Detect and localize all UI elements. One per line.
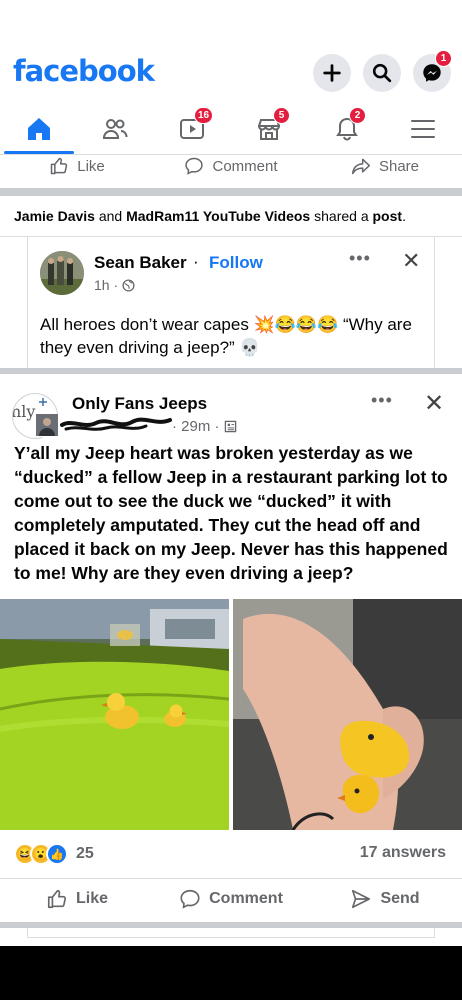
group-photo-avatar [40,251,84,295]
post-meta: · 29m · [172,418,237,435]
messenger-button[interactable]: 1 [413,50,452,92]
like-reaction-icon: 👍 [46,843,68,865]
feed-separator [0,188,462,196]
search-icon [372,63,392,83]
reactions-summary[interactable]: 😆 😮 👍 25 [14,843,94,865]
create-button[interactable] [313,54,351,92]
like-label: Like [77,157,105,175]
globe-icon [122,278,135,292]
jeep-hood-duck-image [0,599,229,830]
shared-period: . [402,208,406,224]
sean-baker-avatar[interactable] [40,251,84,295]
nav-home[interactable] [21,111,57,147]
nav-notifications[interactable]: 2 [329,107,366,147]
sharer-1[interactable]: Jamie Davis [14,208,95,224]
post-link[interactable]: post [373,208,403,224]
post-actions: Like Comment Send [0,878,462,918]
facebook-feed-screen: facebook 1 16 5 2 Like Comment Share Jam… [0,0,462,1000]
post-send-button[interactable]: Send [308,879,462,918]
friends-icon [102,119,128,139]
shared-post-text: All heroes don’t wear capes 💥😂😂😂 “Why ar… [40,315,412,357]
comment-label: Comment [212,157,278,175]
marketplace-badge: 5 [273,107,290,124]
post-time: · 29m · [172,418,220,435]
comment-icon [185,157,204,175]
like-button[interactable]: Like [0,150,154,182]
screen-bottom-bar [0,946,462,1000]
page-name[interactable]: Only Fans Jeeps [72,394,207,414]
poster-avatar[interactable] [34,412,60,438]
watch-badge: 16 [194,107,214,124]
and-text: and [98,208,123,224]
home-icon [28,118,50,140]
comment-button[interactable]: Comment [154,150,308,182]
nav-friends[interactable] [97,111,133,147]
more-options-icon[interactable]: ••• [349,248,371,269]
thumbs-up-icon [47,889,66,908]
hand-holding-duck-image [233,599,462,830]
sharer-2[interactable]: MadRam11 YouTube Videos [126,208,310,224]
shared-a-text: shared a [314,208,369,224]
post-text: Y’all my Jeep heart was broken yesterday… [14,443,448,583]
post-more-options-icon[interactable]: ••• [371,390,393,411]
previous-post-actions: Like Comment Share [0,150,462,182]
plus-icon [323,64,341,82]
page-icon [224,420,236,433]
post-photo-hand-duck[interactable] [233,599,462,830]
facebook-logo[interactable]: facebook [13,54,155,88]
main-nav: 16 5 2 [0,105,462,153]
follow-button[interactable]: Follow [209,253,263,273]
answers-count[interactable]: 17 answers [360,844,446,862]
post-send-label: Send [380,889,420,907]
nav-watch[interactable]: 16 [174,107,214,147]
send-icon [352,889,371,908]
close-icon[interactable]: ✕ [402,248,420,274]
top-header: facebook 1 16 5 2 [0,0,462,155]
hamburger-icon [411,120,435,138]
author-dot: · [193,252,199,271]
nav-menu[interactable] [405,111,441,147]
search-button[interactable] [363,54,401,92]
post-photo-jeep-hood[interactable] [0,599,229,830]
nav-marketplace[interactable]: 5 [251,107,290,147]
post-close-icon[interactable]: ✕ [424,389,444,418]
post-comment-button[interactable]: Comment [154,879,308,918]
post-like-button[interactable]: Like [0,879,154,918]
reaction-count: 25 [76,845,94,862]
feed-separator-2 [0,368,462,374]
share-icon [351,158,371,175]
share-label: Share [378,157,420,175]
post-like-label: Like [75,889,108,907]
share-button[interactable]: Share [308,150,462,182]
shared-post-time: 1h · [94,277,119,293]
next-post-edge [27,928,435,938]
shared-by-line: Jamie Davis and MadRam11 YouTube Videos … [14,208,406,224]
thumbs-up-icon [50,157,68,175]
scribbled-out-name [60,417,172,431]
shared-post-meta: 1h · [94,277,135,293]
post-comment-label: Comment [209,889,283,907]
comment-icon [180,889,200,909]
messenger-badge: 1 [435,50,452,67]
shared-author-name[interactable]: Sean Baker [94,253,187,273]
person-photo [36,414,58,436]
notifications-badge: 2 [349,107,366,124]
